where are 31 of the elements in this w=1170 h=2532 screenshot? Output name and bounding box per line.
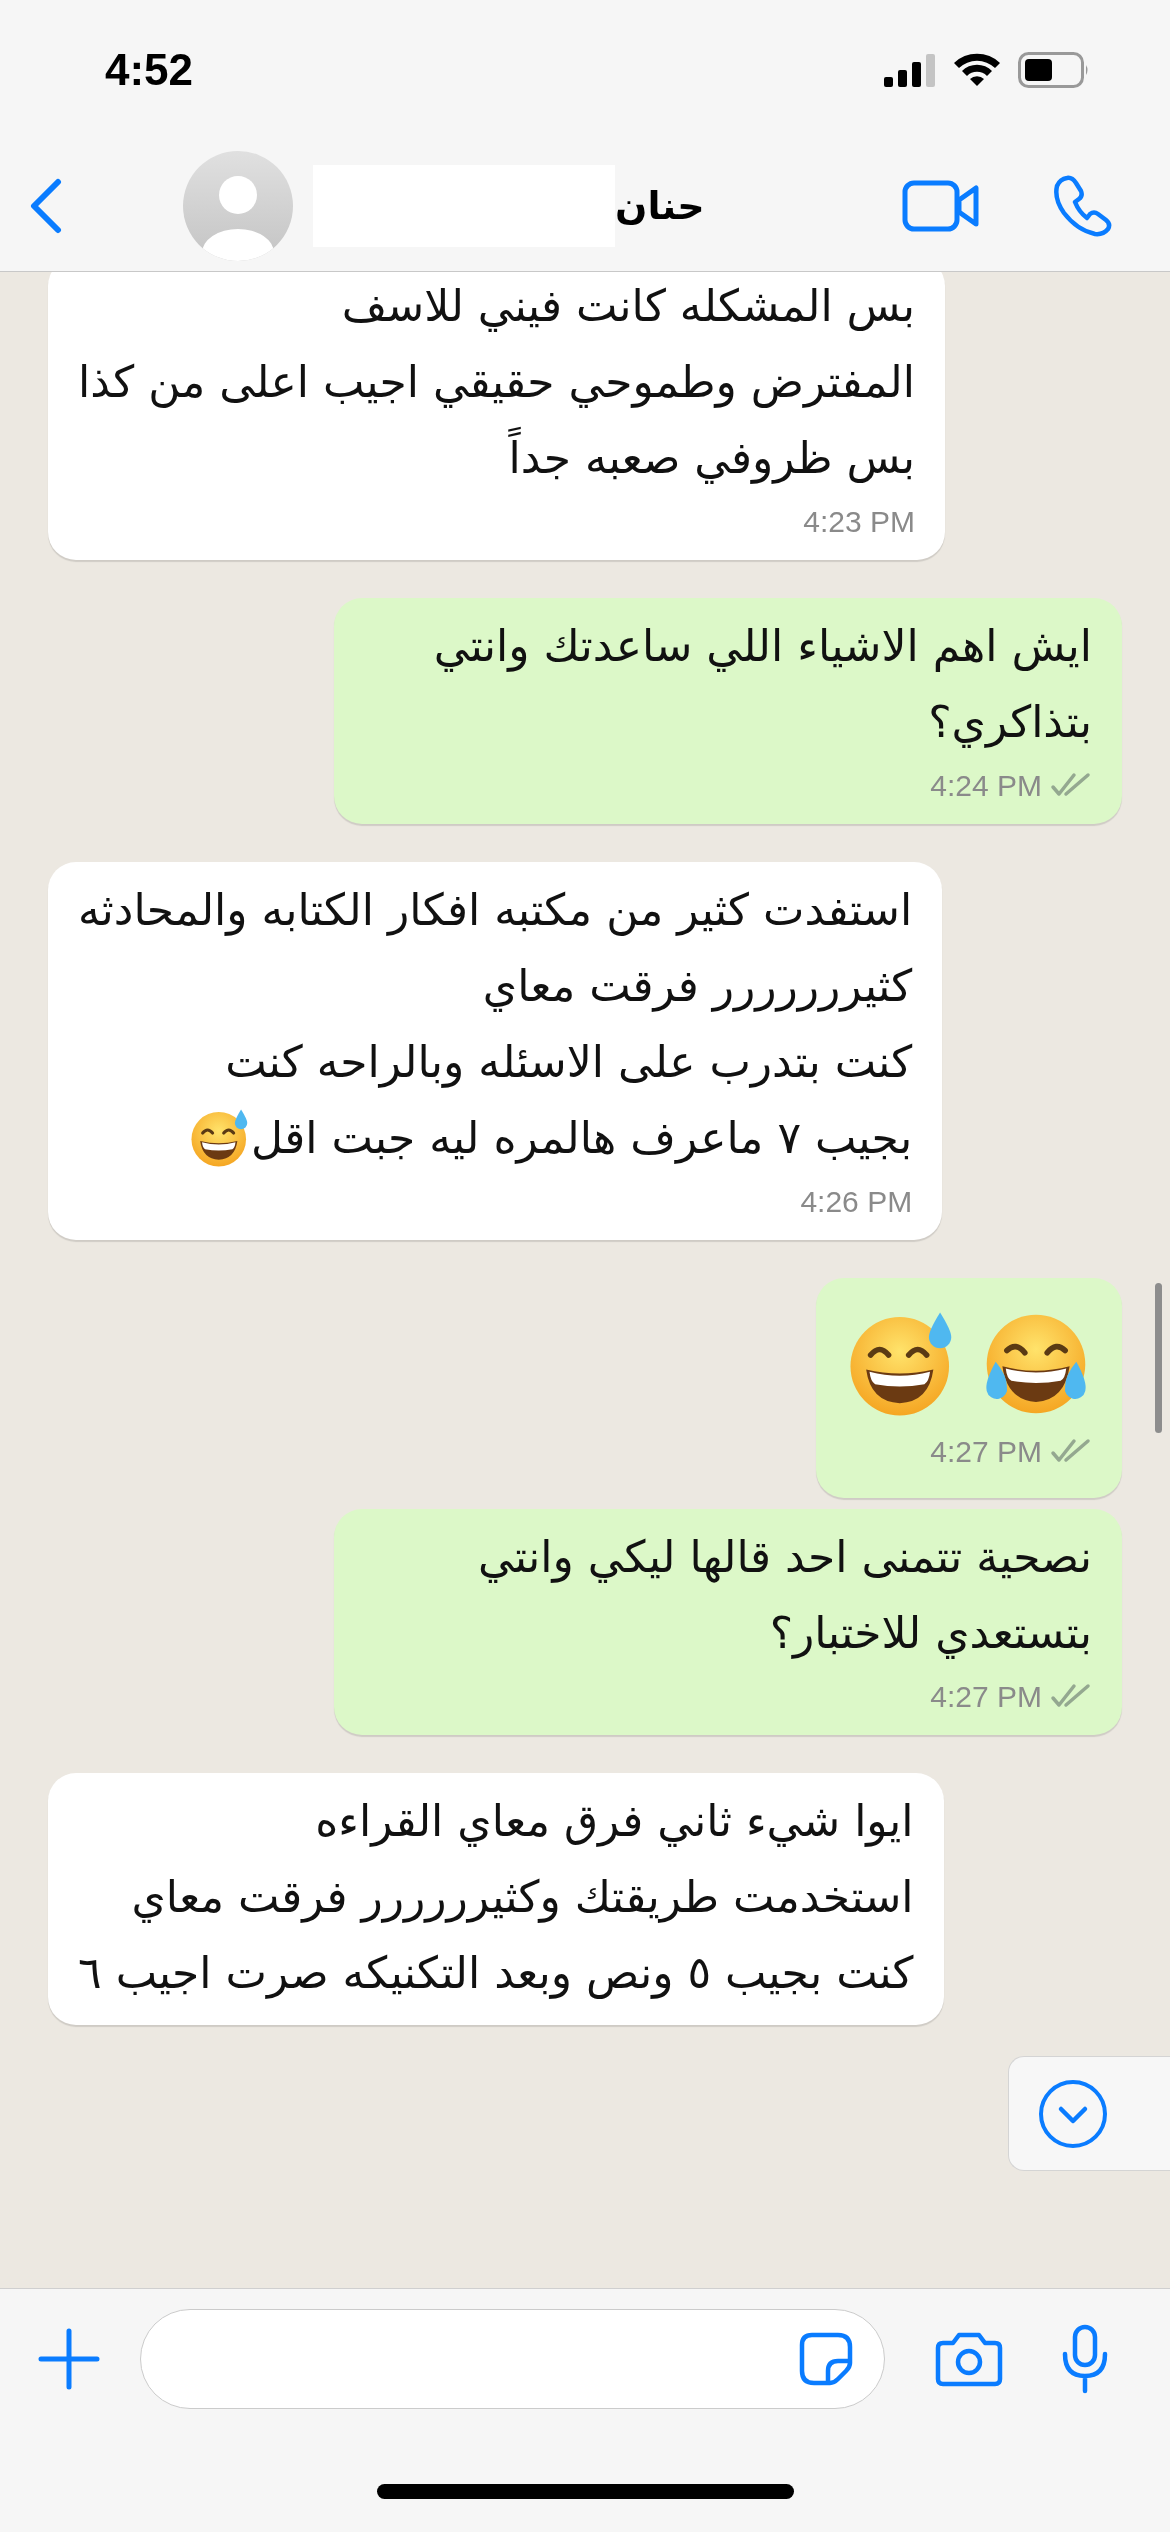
message-time: 4:27 PM	[930, 1678, 1042, 1715]
chevron-down-circle-icon	[1036, 2077, 1109, 2150]
message-text: بس المشكله كانت فيني للاسف	[341, 279, 915, 334]
message-text: بجيب ٧ ماعرف هالمره ليه جبت اقل	[251, 1111, 913, 1166]
plus-icon[interactable]	[38, 2328, 100, 2390]
message-text: ايوا شيء ثاني فرق معاي القراءه	[315, 1794, 914, 1849]
message-text: استخدمت طريقتك وكثيرررررر فرقت معاي	[131, 1870, 914, 1925]
camera-icon[interactable]	[935, 2331, 1003, 2387]
signal-icon	[884, 53, 936, 87]
status-time: 4:52	[105, 44, 194, 96]
message-time: 4:24 PM	[930, 767, 1042, 804]
battery-icon	[1018, 52, 1090, 88]
message-text: كنت بتدرب على الاسئله وبالراحه كنت	[225, 1035, 913, 1090]
video-call-icon[interactable]	[902, 180, 980, 232]
message-text: كثيررررررر فرقت معاي	[482, 959, 913, 1014]
back-icon[interactable]	[28, 178, 62, 234]
wifi-icon	[952, 52, 1002, 88]
message-text: ايش اهم الاشياء اللي ساعدتك وانتي بتذاكري؟	[432, 619, 1092, 750]
sticker-icon[interactable]	[798, 2331, 854, 2387]
message-text: نصحية تتمنى احد قالها ليكي وانتي بتستعدي للاختبار؟	[477, 1530, 1092, 1661]
message-time: 4:23 PM	[803, 503, 915, 540]
message-time: 4:26 PM	[800, 1183, 913, 1220]
message-text: المفترض وطموحي حقيقي اجيب اعلى من كذا	[78, 355, 915, 410]
message-text: بس ظروفي صعبه جداً	[508, 420, 915, 496]
message-text: كنت بجيب ٥ ونص وبعد التكنيكه صرت اجيب ٦	[78, 1946, 914, 2001]
microphone-icon[interactable]	[1061, 2324, 1109, 2394]
phone-icon[interactable]	[1052, 175, 1112, 237]
contact-name[interactable]: حنان	[615, 177, 705, 235]
message-time: 4:27 PM	[930, 1433, 1042, 1470]
scroll-down-button[interactable]	[1008, 2056, 1170, 2171]
message-text: استفدت كثير من مكتبه افكار الكتابه والمحادثه	[78, 883, 913, 938]
